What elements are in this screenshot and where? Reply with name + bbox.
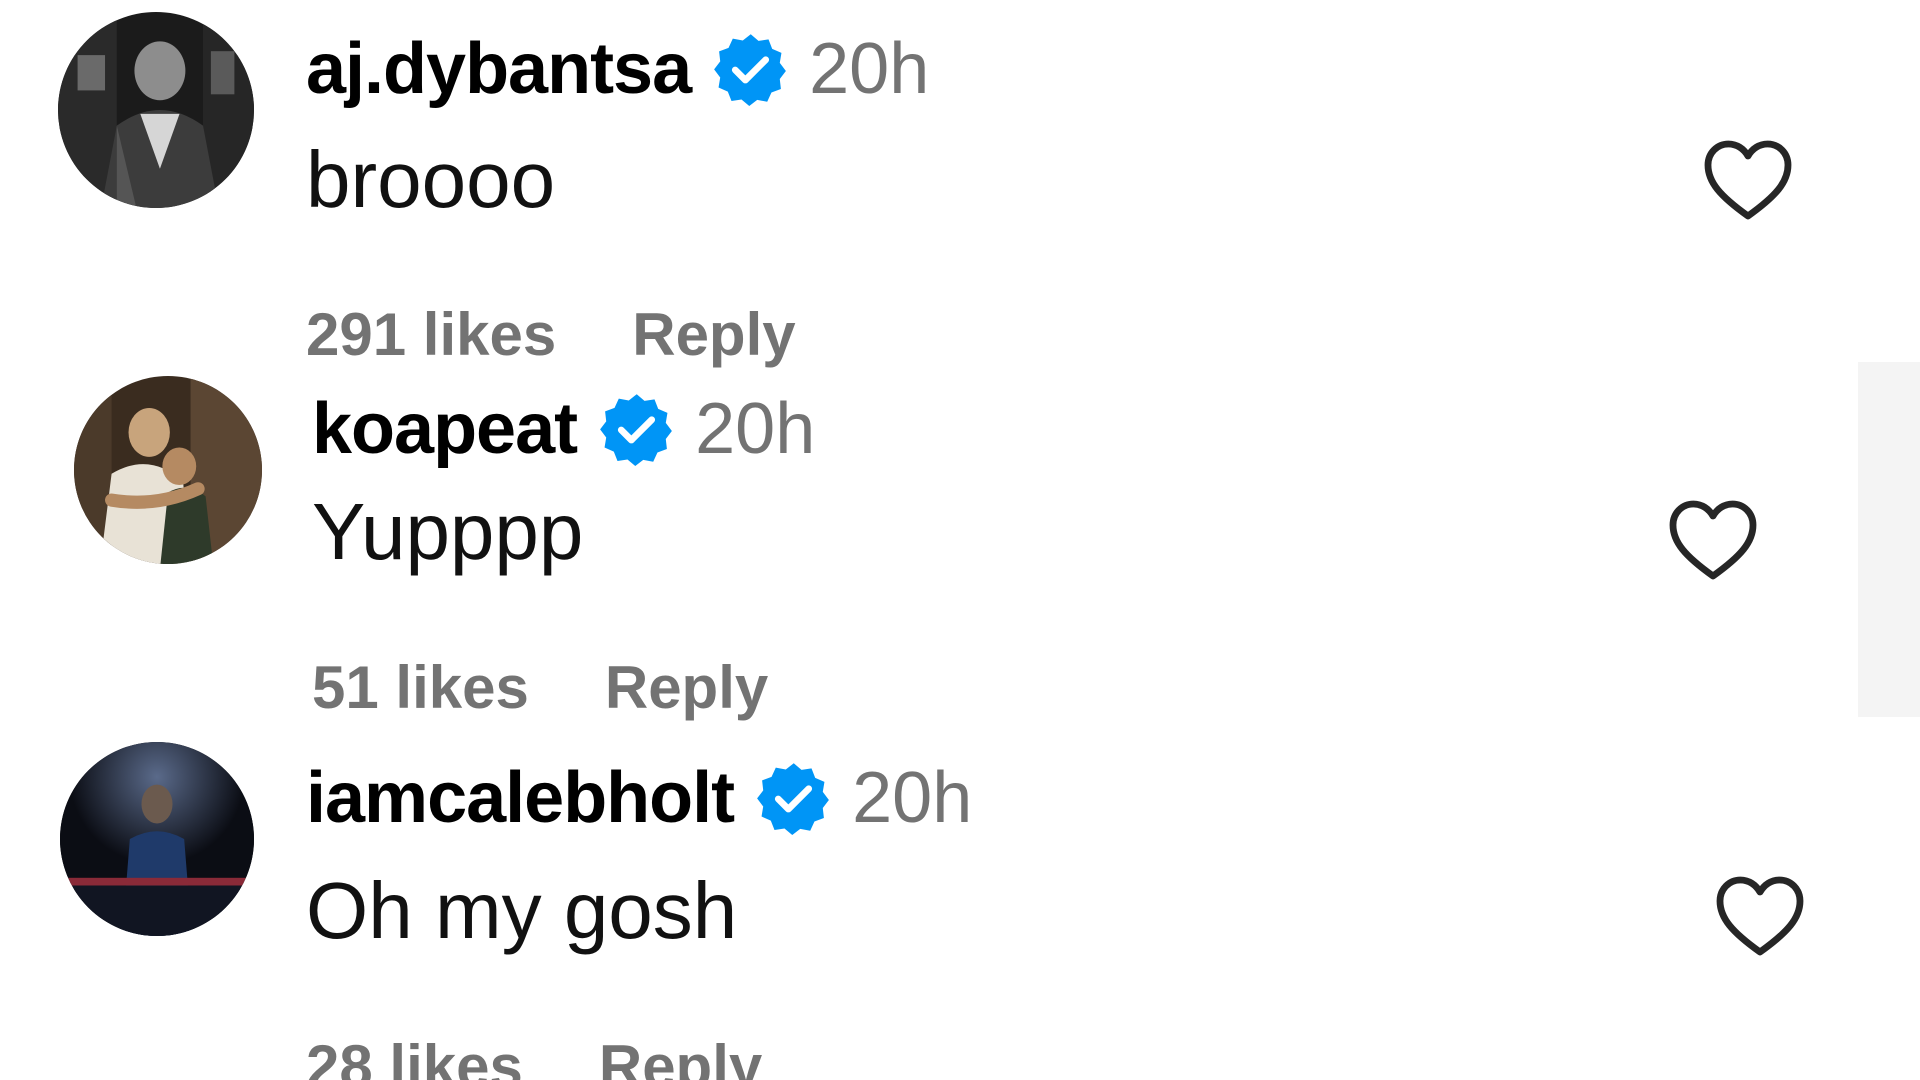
likes-count[interactable]: 291 likes (306, 305, 556, 365)
verified-badge-icon (756, 761, 830, 835)
timestamp[interactable]: 20h (695, 393, 815, 465)
comment-item: koapeat 20h Yupppp 51 likes Reply (0, 362, 1858, 722)
username[interactable]: aj.dybantsa (306, 33, 692, 105)
comment-header: iamcalebholt 20h (306, 761, 972, 835)
comments-screenshot: aj.dybantsa 20h broooo 291 likes Reply k… (0, 0, 1920, 1080)
comment-item: aj.dybantsa 20h broooo 291 likes Reply (0, 0, 1920, 365)
comment-text: broooo (306, 135, 556, 224)
comment-meta: 51 likes Reply (312, 658, 768, 718)
comment-header: koapeat 20h (312, 392, 815, 466)
avatar[interactable] (74, 376, 262, 564)
background-strip (1858, 362, 1920, 717)
comment-item: iamcalebholt 20h Oh my gosh 28 likes Rep… (0, 724, 1920, 1080)
avatar-image-sepia (74, 376, 262, 564)
reply-button[interactable]: Reply (605, 658, 768, 718)
avatar-image-dark-stage (60, 742, 254, 936)
verified-badge-icon (713, 32, 787, 106)
comment-text: Oh my gosh (306, 866, 738, 955)
like-heart-icon[interactable] (1665, 496, 1761, 584)
avatar[interactable] (60, 742, 254, 936)
timestamp[interactable]: 20h (809, 33, 929, 105)
avatar[interactable] (58, 12, 254, 208)
comment-text: Yupppp (312, 487, 584, 576)
like-heart-icon[interactable] (1700, 136, 1796, 224)
username[interactable]: koapeat (312, 393, 578, 465)
avatar-image-grayscale (58, 12, 254, 208)
comment-header: aj.dybantsa 20h (306, 32, 929, 106)
comment-meta: 28 likes Reply (306, 1037, 762, 1080)
like-heart-icon[interactable] (1712, 872, 1808, 960)
timestamp[interactable]: 20h (852, 762, 972, 834)
reply-button[interactable]: Reply (599, 1037, 762, 1080)
reply-button[interactable]: Reply (632, 305, 795, 365)
likes-count[interactable]: 28 likes (306, 1037, 523, 1080)
comment-meta: 291 likes Reply (306, 305, 796, 365)
username[interactable]: iamcalebholt (306, 762, 735, 834)
likes-count[interactable]: 51 likes (312, 658, 529, 718)
verified-badge-icon (599, 392, 673, 466)
